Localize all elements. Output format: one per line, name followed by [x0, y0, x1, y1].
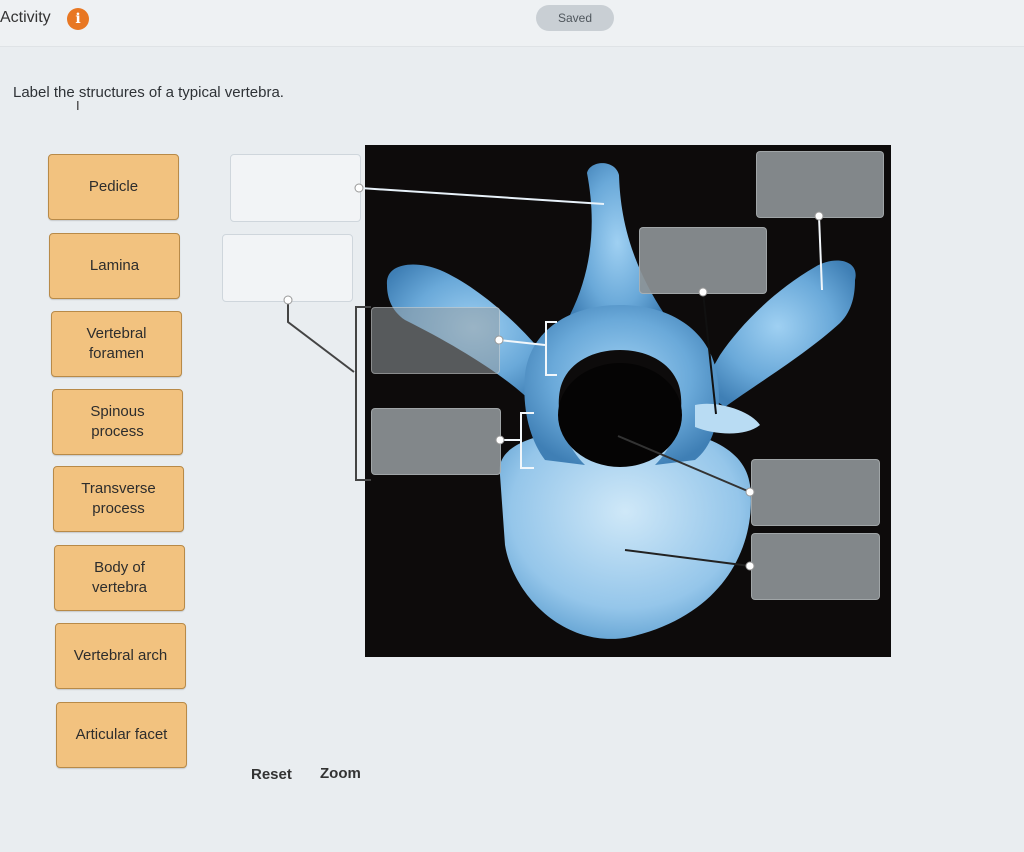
label-chip-body-of-vertebra[interactable]: Body of vertebra	[54, 545, 185, 611]
label-chip-transverse-process[interactable]: Transverse process	[53, 466, 184, 532]
activity-title: Activity	[0, 9, 51, 26]
label-chip-pedicle[interactable]: Pedicle	[48, 154, 179, 220]
label-chip-lamina[interactable]: Lamina	[49, 233, 180, 299]
label-chip-vertebral-arch[interactable]: Vertebral arch	[55, 623, 186, 689]
dropzone-3[interactable]	[371, 307, 500, 374]
leader-line-2	[287, 300, 355, 373]
dropzone-8[interactable]	[751, 533, 880, 600]
dropzone-2[interactable]	[222, 234, 353, 302]
label-chip-vertebral-foramen[interactable]: Vertebral foramen	[51, 311, 182, 377]
info-icon[interactable]: i	[67, 8, 89, 30]
dropzone-7[interactable]	[751, 459, 880, 526]
dropzone-5[interactable]	[756, 151, 884, 218]
activity-header: Activity i Saved	[0, 0, 1024, 47]
zoom-button[interactable]: Zoom	[320, 765, 361, 782]
label-chip-spinous-process[interactable]: Spinous process	[52, 389, 183, 455]
dropzone-4[interactable]	[371, 408, 501, 475]
text-cursor-icon: I	[76, 98, 80, 113]
dropzone-6[interactable]	[639, 227, 767, 294]
label-chip-articular-facet[interactable]: Articular facet	[56, 702, 187, 768]
reset-button[interactable]: Reset	[251, 766, 292, 783]
saved-status-badge: Saved	[536, 5, 614, 31]
question-prompt: Label the structures of a typical verteb…	[13, 84, 284, 101]
dropzone-1[interactable]	[230, 154, 361, 222]
